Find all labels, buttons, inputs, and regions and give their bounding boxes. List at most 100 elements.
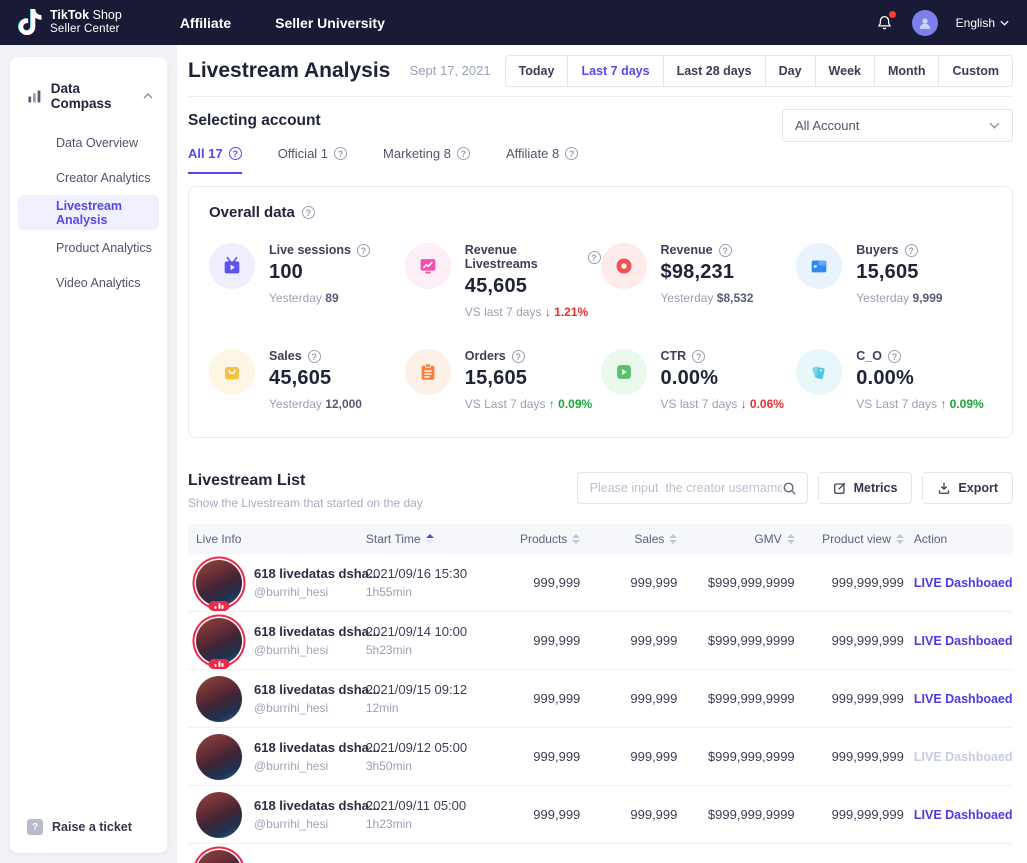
creator-avatar-live: [196, 560, 242, 606]
range-day[interactable]: Day: [765, 56, 815, 86]
col-product-view[interactable]: Product view: [799, 532, 908, 546]
donut-icon: [601, 243, 647, 289]
sidebar: Data Compass Data Overview Creator Analy…: [10, 57, 167, 853]
play-square-icon: [601, 349, 647, 395]
top-navbar: TikTok Shop Seller Center Affiliate Sell…: [0, 0, 1027, 45]
table-row: 618 livedatas dsha... @burrihi_hesi 2021…: [188, 728, 1013, 786]
help-icon[interactable]: ?: [229, 147, 242, 160]
sidebar-item-product-analytics[interactable]: Product Analytics: [10, 230, 167, 265]
main-content: Livestream Analysis Sept 17, 2021 Today …: [177, 45, 1027, 863]
help-icon[interactable]: ?: [357, 244, 370, 257]
table-row: 618 livedatas dsha... @burrihi_hesi 2021…: [188, 612, 1013, 670]
help-icon[interactable]: ?: [905, 244, 918, 257]
live-tv-icon: [209, 243, 255, 289]
sidebar-item-video-analytics[interactable]: Video Analytics: [10, 265, 167, 300]
chevron-down-icon: [1000, 20, 1009, 26]
stat-revenue-livestreams: Revenue Livestreams? 45,605 VS last 7 da…: [405, 243, 601, 319]
live-data-badge: [209, 601, 230, 611]
range-week[interactable]: Week: [815, 56, 874, 86]
account-tab-all[interactable]: All 17?: [188, 146, 242, 174]
creator-search: [577, 472, 808, 504]
search-input[interactable]: [590, 481, 782, 495]
live-dashboard-link[interactable]: LIVE Dashboaed: [914, 808, 1013, 822]
account-tab-affiliate[interactable]: Affiliate 8?: [506, 146, 578, 174]
nav-item-seller-university[interactable]: Seller University: [275, 15, 385, 31]
logo-text: TikTok Shop Seller Center: [50, 9, 122, 35]
livestream-list-section: Livestream List Show the Livestream that…: [188, 472, 1013, 863]
overall-data-card: Overall data ? Live sessions? 100 Yester…: [188, 186, 1013, 438]
creator-avatar-live: [196, 850, 242, 863]
language-selector[interactable]: English: [956, 16, 1009, 30]
clipboard-icon: [405, 349, 451, 395]
range-today[interactable]: Today: [506, 56, 568, 86]
col-sales[interactable]: Sales: [584, 532, 681, 546]
account-tab-marketing[interactable]: Marketing 8?: [383, 146, 470, 174]
sidebar-item-data-overview[interactable]: Data Overview: [10, 125, 167, 160]
help-icon[interactable]: ?: [334, 147, 347, 160]
export-button[interactable]: Export: [922, 472, 1013, 504]
col-live-info: Live Info: [196, 532, 366, 546]
raise-ticket-button[interactable]: ? Raise a ticket: [10, 819, 167, 835]
sort-icon: [426, 534, 434, 544]
col-products[interactable]: Products: [495, 532, 584, 546]
help-icon[interactable]: ?: [888, 350, 901, 363]
table-row: 618 livedatas dsha... @burrihi_hesi 2021…: [188, 670, 1013, 728]
help-icon[interactable]: ?: [692, 350, 705, 363]
range-last-7-days[interactable]: Last 7 days: [567, 56, 662, 86]
live-data-badge: [209, 659, 230, 669]
creator-avatar: [196, 792, 242, 838]
notifications-button[interactable]: [875, 13, 894, 33]
table-header-row: Live Info Start Time Products Sales GMV …: [188, 524, 1013, 554]
sidebar-section-data-compass[interactable]: Data Compass: [10, 81, 167, 111]
live-dashboard-link[interactable]: LIVE Dashboaed: [914, 634, 1013, 648]
sort-icon: [572, 534, 580, 544]
sort-icon: [896, 534, 904, 544]
user-avatar[interactable]: [912, 10, 938, 36]
live-dashboard-link[interactable]: LIVE Dashboaed: [914, 692, 1013, 706]
nav-item-affiliate[interactable]: Affiliate: [180, 15, 231, 31]
help-icon[interactable]: ?: [457, 147, 470, 160]
col-start-time[interactable]: Start Time: [366, 532, 495, 546]
bar-chart-icon: [27, 89, 42, 104]
sidebar-item-creator-analytics[interactable]: Creator Analytics: [10, 160, 167, 195]
help-icon[interactable]: ?: [512, 350, 525, 363]
stat-ctr: CTR? 0.00% VS last 7 days 0.06%: [601, 349, 797, 411]
range-month[interactable]: Month: [874, 56, 938, 86]
metrics-button[interactable]: Metrics: [818, 472, 913, 504]
tiktok-shop-logo[interactable]: TikTok Shop Seller Center: [18, 9, 122, 35]
sidebar-item-livestream-analysis[interactable]: Livestream Analysis: [18, 195, 159, 230]
help-icon[interactable]: ?: [588, 251, 601, 264]
edit-metrics-icon: [833, 481, 847, 495]
download-icon: [937, 481, 951, 495]
creator-avatar: [196, 734, 242, 780]
stat-live-sessions: Live sessions? 100 Yesterday 89: [209, 243, 405, 319]
help-bubble-icon: ?: [27, 819, 43, 835]
tiktok-logo-icon: [18, 9, 42, 35]
help-icon[interactable]: ?: [308, 350, 321, 363]
date-range-group: Today Last 7 days Last 28 days Day Week …: [505, 55, 1013, 87]
wallet-icon: [796, 243, 842, 289]
help-icon[interactable]: ?: [302, 206, 315, 219]
account-dropdown[interactable]: All Account: [782, 109, 1013, 142]
table-row: 618 livedatas dsha... @burrihi_hesi 2021…: [188, 786, 1013, 844]
col-action: Action: [908, 532, 1005, 546]
creator-avatar: [196, 676, 242, 722]
account-tab-official[interactable]: Official 1?: [278, 146, 347, 174]
table-row: 618 livedatas dsha... @burrihi_hesi 2021…: [188, 554, 1013, 612]
search-icon[interactable]: [782, 481, 797, 496]
help-icon[interactable]: ?: [565, 147, 578, 160]
help-icon[interactable]: ?: [719, 244, 732, 257]
sidebar-column: Data Compass Data Overview Creator Analy…: [0, 45, 177, 863]
live-dashboard-link[interactable]: LIVE Dashboaed: [914, 576, 1013, 590]
livestream-list-title: Livestream List: [188, 472, 423, 490]
range-custom[interactable]: Custom: [938, 56, 1012, 86]
livestream-list-subtitle: Show the Livestream that started on the …: [188, 496, 423, 510]
range-last-28-days[interactable]: Last 28 days: [663, 56, 765, 86]
chevron-up-icon: [143, 93, 153, 99]
col-gmv[interactable]: GMV: [681, 532, 798, 546]
shopping-bag-icon: [209, 349, 255, 395]
overall-data-heading: Overall data: [209, 204, 295, 221]
monitor-chart-icon: [405, 243, 451, 289]
chevron-down-icon: [989, 122, 1000, 129]
stat-orders: Orders? 15,605 VS Last 7 days 0.09%: [405, 349, 601, 411]
